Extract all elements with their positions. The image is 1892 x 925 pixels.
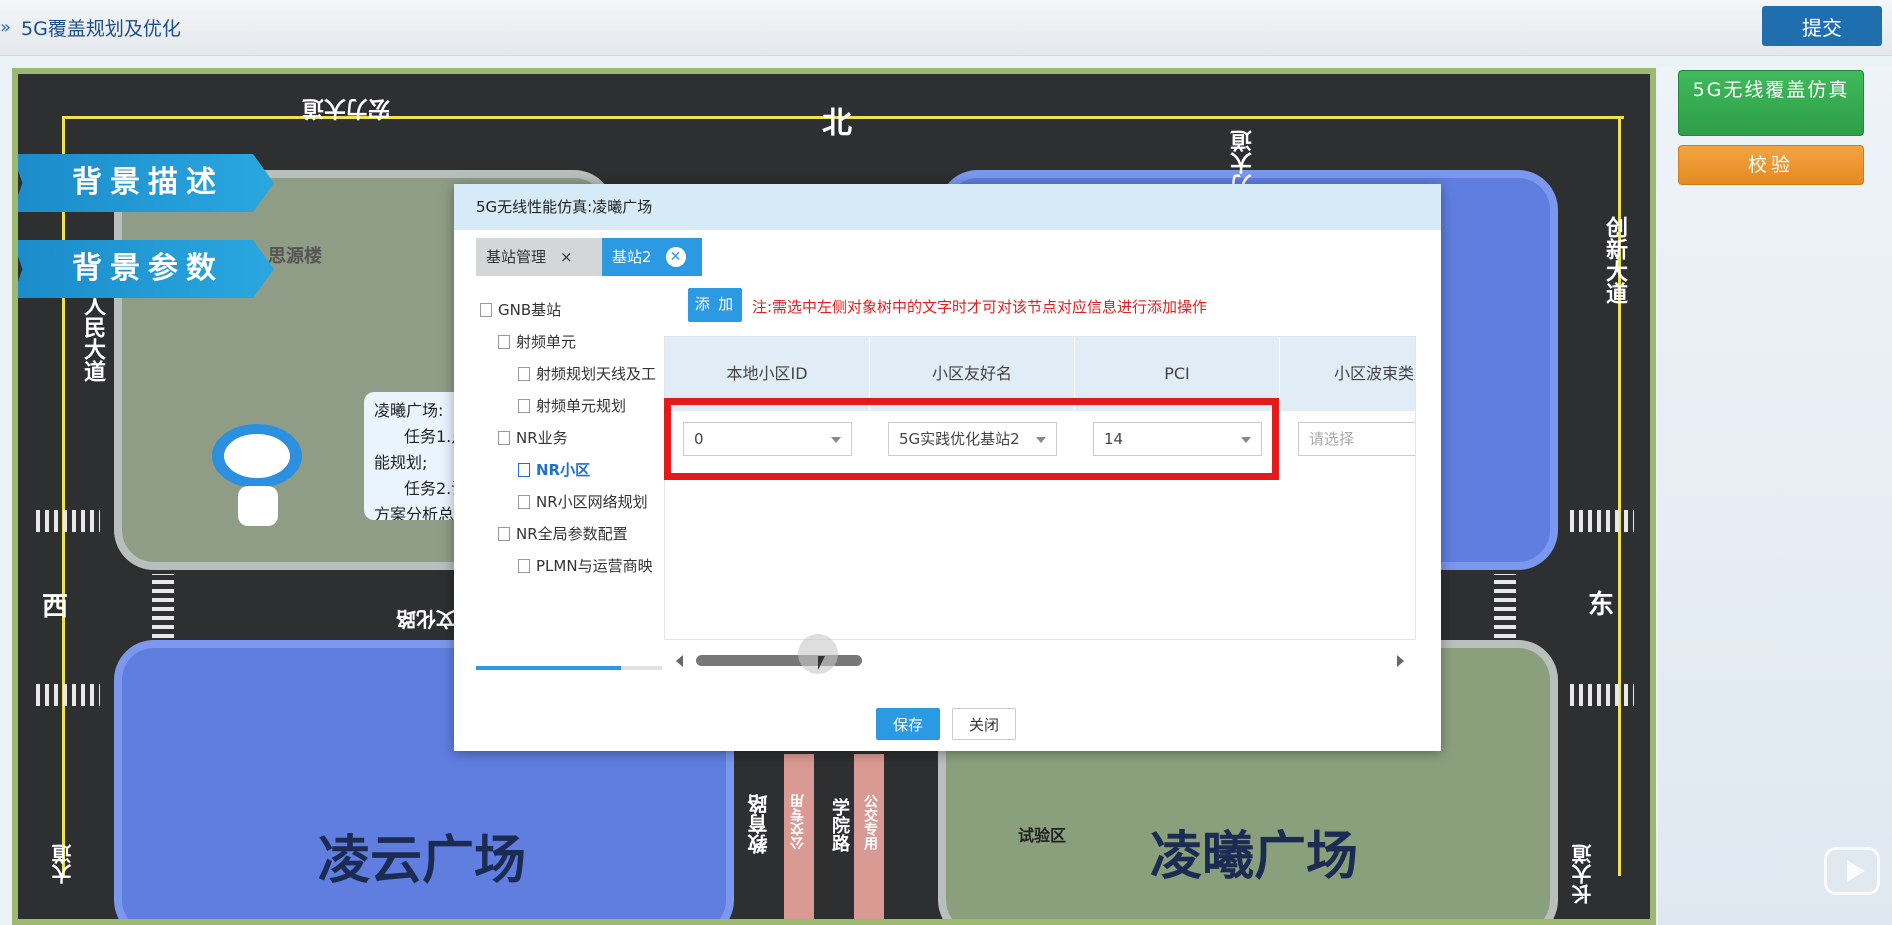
tree-node-label: NR小区网络规划 (536, 493, 648, 511)
banner-background-description[interactable]: 背景描述 (18, 154, 274, 212)
tree-node-label: NR全局参数配置 (516, 525, 628, 543)
object-tree: GNB基站 射频单元 射频规划天线及工 射频单元规划 NR业务 NR小区 NR小… (480, 294, 666, 582)
verify-button[interactable]: 校验 (1678, 145, 1864, 185)
crosswalk (152, 574, 174, 638)
north-label: 北 (822, 106, 852, 141)
tree-scrollbar-fill (476, 666, 622, 670)
crosswalk (1570, 510, 1634, 532)
video-play-icon[interactable] (1824, 847, 1880, 895)
node-icon (498, 527, 510, 541)
crosswalk (36, 684, 100, 706)
tree-node-nr-cell[interactable]: NR小区 (480, 454, 666, 486)
tab-label: 基站2 (612, 248, 652, 266)
close-icon[interactable]: × (560, 238, 573, 276)
tree-node-label: GNB基站 (498, 301, 562, 319)
tree-node-plmn[interactable]: PLMN与运营商映 (480, 550, 666, 582)
building-siyuan: 思源楼 (268, 246, 322, 267)
add-button[interactable]: 添 加 (688, 288, 742, 322)
tab-station-2[interactable]: 基站2 ✕ (602, 238, 702, 276)
cell-table: 本地小区ID 小区友好名 PCI 小区波束类型 0 5G实践优化基站2 14 请… (664, 336, 1416, 640)
road-marking (62, 116, 65, 876)
west-label: 西 (42, 592, 69, 622)
submit-button[interactable]: 提交 (1762, 6, 1882, 46)
tree-node-label: PLMN与运营商映 (536, 557, 653, 575)
performance-simulation-dialog: 5G无线性能仿真:凌曦广场 基站管理 × 基站2 ✕ GNB基站 射频单元 射频… (454, 184, 1441, 751)
node-icon (518, 399, 530, 413)
road-left-bottom: 大道 (51, 844, 75, 884)
node-icon (518, 463, 530, 477)
road-chuangxin: 创新大道 (1602, 216, 1627, 304)
road-gongjiao: 公交专用 (790, 794, 806, 850)
node-icon (480, 303, 492, 317)
tab-label: 基站管理 (486, 248, 547, 266)
select-placeholder: 请选择 (1309, 430, 1355, 448)
save-button[interactable]: 保存 (876, 708, 940, 740)
road-xueyuan: 学院路 (829, 798, 850, 852)
tab-station-management[interactable]: 基站管理 × (476, 238, 602, 276)
top-bar: » 5G覆盖规划及优化 提交 (0, 0, 1892, 56)
tree-node-nr-service[interactable]: NR业务 (480, 422, 666, 454)
dialog-title: 5G无线性能仿真:凌曦广场 (454, 184, 1441, 230)
road-right-bottom: 长大道 (1571, 844, 1595, 904)
test-area-label: 试验区 (1018, 826, 1067, 845)
right-panel: 5G无线覆盖仿真 校验 (1658, 66, 1892, 925)
tree-scrollbar[interactable] (476, 666, 662, 670)
tree-node-label: 射频单元规划 (536, 397, 627, 415)
road-gongjiao-2: 公交专用 (862, 794, 878, 850)
road-jiaoyu: 教育路 (747, 794, 771, 854)
5g-coverage-simulation-button[interactable]: 5G无线覆盖仿真 (1678, 70, 1864, 136)
dialog-tabs: 基站管理 × 基站2 ✕ (476, 238, 702, 276)
plaza-lingxi: 凌曦广场 (1150, 827, 1359, 887)
banner-background-params[interactable]: 背景参数 (18, 240, 274, 298)
mouse-cursor-icon (818, 656, 825, 670)
page-title: 5G覆盖规划及优化 (21, 18, 181, 40)
close-button[interactable]: 关闭 (952, 708, 1016, 740)
scroll-left-icon[interactable] (676, 655, 683, 667)
tree-node-gnb[interactable]: GNB基站 (480, 294, 666, 326)
road-wenhua: 文化路 (396, 607, 456, 631)
add-note: 注:需选中左侧对象树中的文字时才可对该节点对应信息进行添加操作 (752, 298, 1208, 316)
east-label: 东 (1588, 590, 1615, 620)
tree-node-label: 射频规划天线及工 (536, 365, 657, 383)
close-circle-icon[interactable]: ✕ (665, 247, 686, 267)
crosswalk (1570, 684, 1634, 706)
crosswalk (36, 510, 100, 532)
scroll-right-icon[interactable] (1397, 655, 1404, 667)
tree-node-label: NR小区 (536, 461, 591, 479)
node-icon (498, 431, 510, 445)
tree-node-rf-plan[interactable]: 射频单元规划 (480, 390, 666, 422)
tree-node-rf-unit[interactable]: 射频单元 (480, 326, 666, 358)
tree-node-nr-cell-plan[interactable]: NR小区网络规划 (480, 486, 666, 518)
breadcrumb-chevron-icon: » (0, 17, 12, 38)
road-hongli-top: 宏力大道 (302, 95, 391, 120)
tree-node-rf-antenna[interactable]: 射频规划天线及工 (480, 358, 666, 390)
plaza-lingyun: 凌云广场 (318, 831, 527, 891)
tree-node-nr-global[interactable]: NR全局参数配置 (480, 518, 666, 550)
node-icon (518, 495, 530, 509)
crosswalk (1494, 574, 1516, 638)
beam-type-select[interactable]: 请选择 (1298, 422, 1415, 456)
node-icon (498, 335, 510, 349)
tree-node-label: 射频单元 (516, 333, 577, 351)
highlight-box (664, 398, 1279, 480)
table-horizontal-scrollbar[interactable] (676, 652, 1404, 670)
node-icon (518, 559, 530, 573)
robot-mascot-icon (204, 404, 314, 534)
road-renmin: 人民大道 (80, 294, 105, 382)
node-icon (518, 367, 530, 381)
breadcrumb: » 5G覆盖规划及优化 (0, 14, 181, 41)
column-header: 小区波束类型 (1280, 337, 1415, 411)
tree-node-label: NR业务 (516, 429, 568, 447)
